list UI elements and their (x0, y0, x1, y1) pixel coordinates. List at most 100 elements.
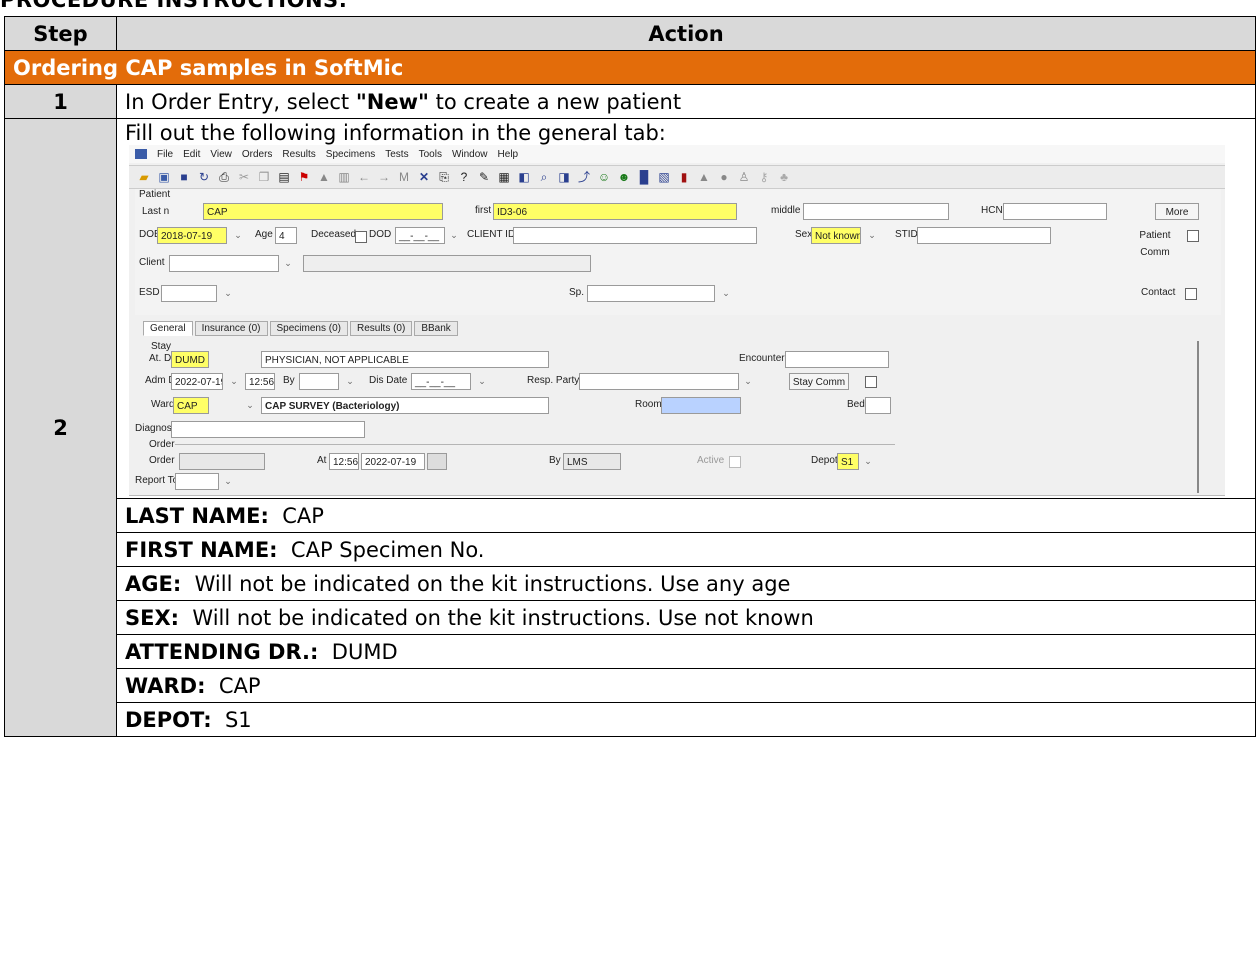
diagnosis-field[interactable] (171, 421, 365, 438)
help-icon[interactable]: ? (457, 170, 471, 184)
menu-specimens[interactable]: Specimens (326, 149, 375, 160)
menu-tools[interactable]: Tools (419, 149, 442, 160)
active-label: Active (697, 455, 725, 466)
by-field[interactable] (299, 373, 339, 390)
tab-general[interactable]: General (143, 321, 193, 336)
chevron-down-icon[interactable]: ⌄ (221, 474, 235, 489)
book-icon[interactable]: ▮ (677, 170, 691, 184)
tree-icon[interactable]: ♣ (777, 170, 791, 184)
chevron-down-icon[interactable]: ⌄ (719, 286, 733, 301)
chevron-down-icon[interactable]: ⌄ (227, 374, 241, 389)
tab-bbank[interactable]: BBank (414, 321, 458, 336)
dod-field[interactable]: __-__-__ (395, 227, 445, 244)
step1-new-keyword: "New" (355, 89, 429, 114)
copy-icon[interactable]: ❐ (257, 170, 271, 184)
client-field[interactable] (169, 255, 279, 272)
tab-specimens[interactable]: Specimens (0) (269, 321, 348, 336)
tool-icon[interactable]: ✎ (477, 170, 491, 184)
info-row-sex: SEX: Will not be indicated on the kit in… (116, 600, 1256, 635)
new-icon[interactable]: ▣ (157, 170, 171, 184)
results-icon[interactable]: ◨ (557, 170, 571, 184)
chevron-down-icon[interactable]: ⌄ (221, 286, 235, 301)
chart-icon[interactable]: ▲ (317, 170, 331, 184)
esd-field[interactable] (161, 285, 217, 302)
key-icon[interactable]: ⚷ (757, 170, 771, 184)
patient-comm-checkbox[interactable] (1187, 230, 1199, 242)
doc-icon[interactable]: ▥ (337, 170, 351, 184)
middle-name-field[interactable] (803, 203, 949, 220)
tab-insurance[interactable]: Insurance (0) (194, 321, 268, 336)
menu-edit[interactable]: Edit (183, 149, 200, 160)
link-icon[interactable]: ⎘ (437, 170, 451, 184)
stay-comm-button[interactable]: Stay Comm (789, 373, 849, 390)
list-icon[interactable]: ▦ (497, 170, 511, 184)
menu-tests[interactable]: Tests (385, 149, 408, 160)
search-icon[interactable]: ⌕ (537, 170, 551, 184)
bed-field[interactable] (865, 397, 891, 414)
alert-icon[interactable]: ▲ (697, 170, 711, 184)
order-field (179, 453, 265, 470)
graph-icon[interactable]: ⤴ (577, 170, 591, 184)
first-name-field[interactable]: ID3-06 (493, 203, 737, 220)
depot-field[interactable]: S1 (837, 453, 859, 470)
back-icon[interactable]: ← (357, 170, 371, 184)
delete-icon[interactable]: ✕ (417, 170, 431, 184)
m-icon[interactable]: M (397, 170, 411, 184)
ward-field[interactable]: CAP (173, 397, 209, 414)
hcn-field[interactable] (1003, 203, 1107, 220)
menu-view[interactable]: View (210, 149, 232, 160)
age-field[interactable]: 4 (275, 227, 297, 244)
tab-results[interactable]: Results (0) (349, 321, 413, 336)
more-button[interactable]: More (1155, 203, 1199, 220)
chevron-down-icon[interactable]: ⌄ (861, 454, 875, 469)
block-icon[interactable]: █ (637, 170, 651, 184)
sp-field[interactable] (587, 285, 715, 302)
deceased-checkbox[interactable] (355, 231, 367, 243)
specimen-icon[interactable]: ◧ (517, 170, 531, 184)
chevron-down-icon[interactable]: ⌄ (865, 228, 879, 243)
section-title: Ordering CAP samples in SoftMic (4, 50, 1256, 85)
chevron-down-icon[interactable]: ⌄ (343, 374, 357, 389)
window-icon[interactable]: ▧ (657, 170, 671, 184)
esd-label: ESD (139, 287, 160, 298)
last-name-field[interactable]: CAP (203, 203, 443, 220)
chevron-down-icon[interactable]: ⌄ (231, 228, 245, 243)
chevron-down-icon[interactable]: ⌄ (243, 398, 257, 413)
menu-results[interactable]: Results (282, 149, 315, 160)
client-id-field[interactable] (513, 227, 757, 244)
print-icon[interactable]: ⎙ (217, 170, 231, 184)
chevron-down-icon[interactable]: ⌄ (741, 374, 755, 389)
menu-window[interactable]: Window (452, 149, 488, 160)
att-dr-field[interactable]: DUMD (171, 351, 209, 368)
open-icon[interactable]: ▰ (137, 170, 151, 184)
person-icon[interactable]: ♙ (737, 170, 751, 184)
chevron-down-icon[interactable]: ⌄ (281, 256, 295, 271)
paste-icon[interactable]: ▤ (277, 170, 291, 184)
cut-icon[interactable]: ✂ (237, 170, 251, 184)
contact-checkbox[interactable] (1185, 288, 1197, 300)
adm-time-field[interactable]: 12:56 (245, 373, 275, 390)
adm-date-field[interactable]: 2022-07-19 (171, 373, 223, 390)
resp-party-field[interactable] (579, 373, 739, 390)
step-number: 2 (4, 118, 117, 737)
menu-orders[interactable]: Orders (242, 149, 273, 160)
encounter-field[interactable] (785, 351, 889, 368)
forward-icon[interactable]: → (377, 170, 391, 184)
users-icon[interactable]: ☺ (597, 170, 611, 184)
stid-field[interactable] (917, 227, 1051, 244)
flag-icon[interactable]: ⚑ (297, 170, 311, 184)
report-to-field[interactable] (175, 473, 219, 490)
menu-help[interactable]: Help (498, 149, 519, 160)
save-icon[interactable]: ■ (177, 170, 191, 184)
chevron-down-icon[interactable]: ⌄ (447, 228, 461, 243)
circle-icon[interactable]: ● (717, 170, 731, 184)
stay-comm-checkbox[interactable] (865, 376, 877, 388)
chevron-down-icon[interactable]: ⌄ (475, 374, 489, 389)
group-icon[interactable]: ☻ (617, 170, 631, 184)
sex-field[interactable]: Not known (811, 227, 861, 244)
dis-date-field[interactable]: __-__-__ (411, 373, 471, 390)
refresh-icon[interactable]: ↻ (197, 170, 211, 184)
room-field[interactable] (661, 397, 741, 414)
dob-field[interactable]: 2018-07-19 (157, 227, 227, 244)
menu-file[interactable]: File (157, 149, 173, 160)
